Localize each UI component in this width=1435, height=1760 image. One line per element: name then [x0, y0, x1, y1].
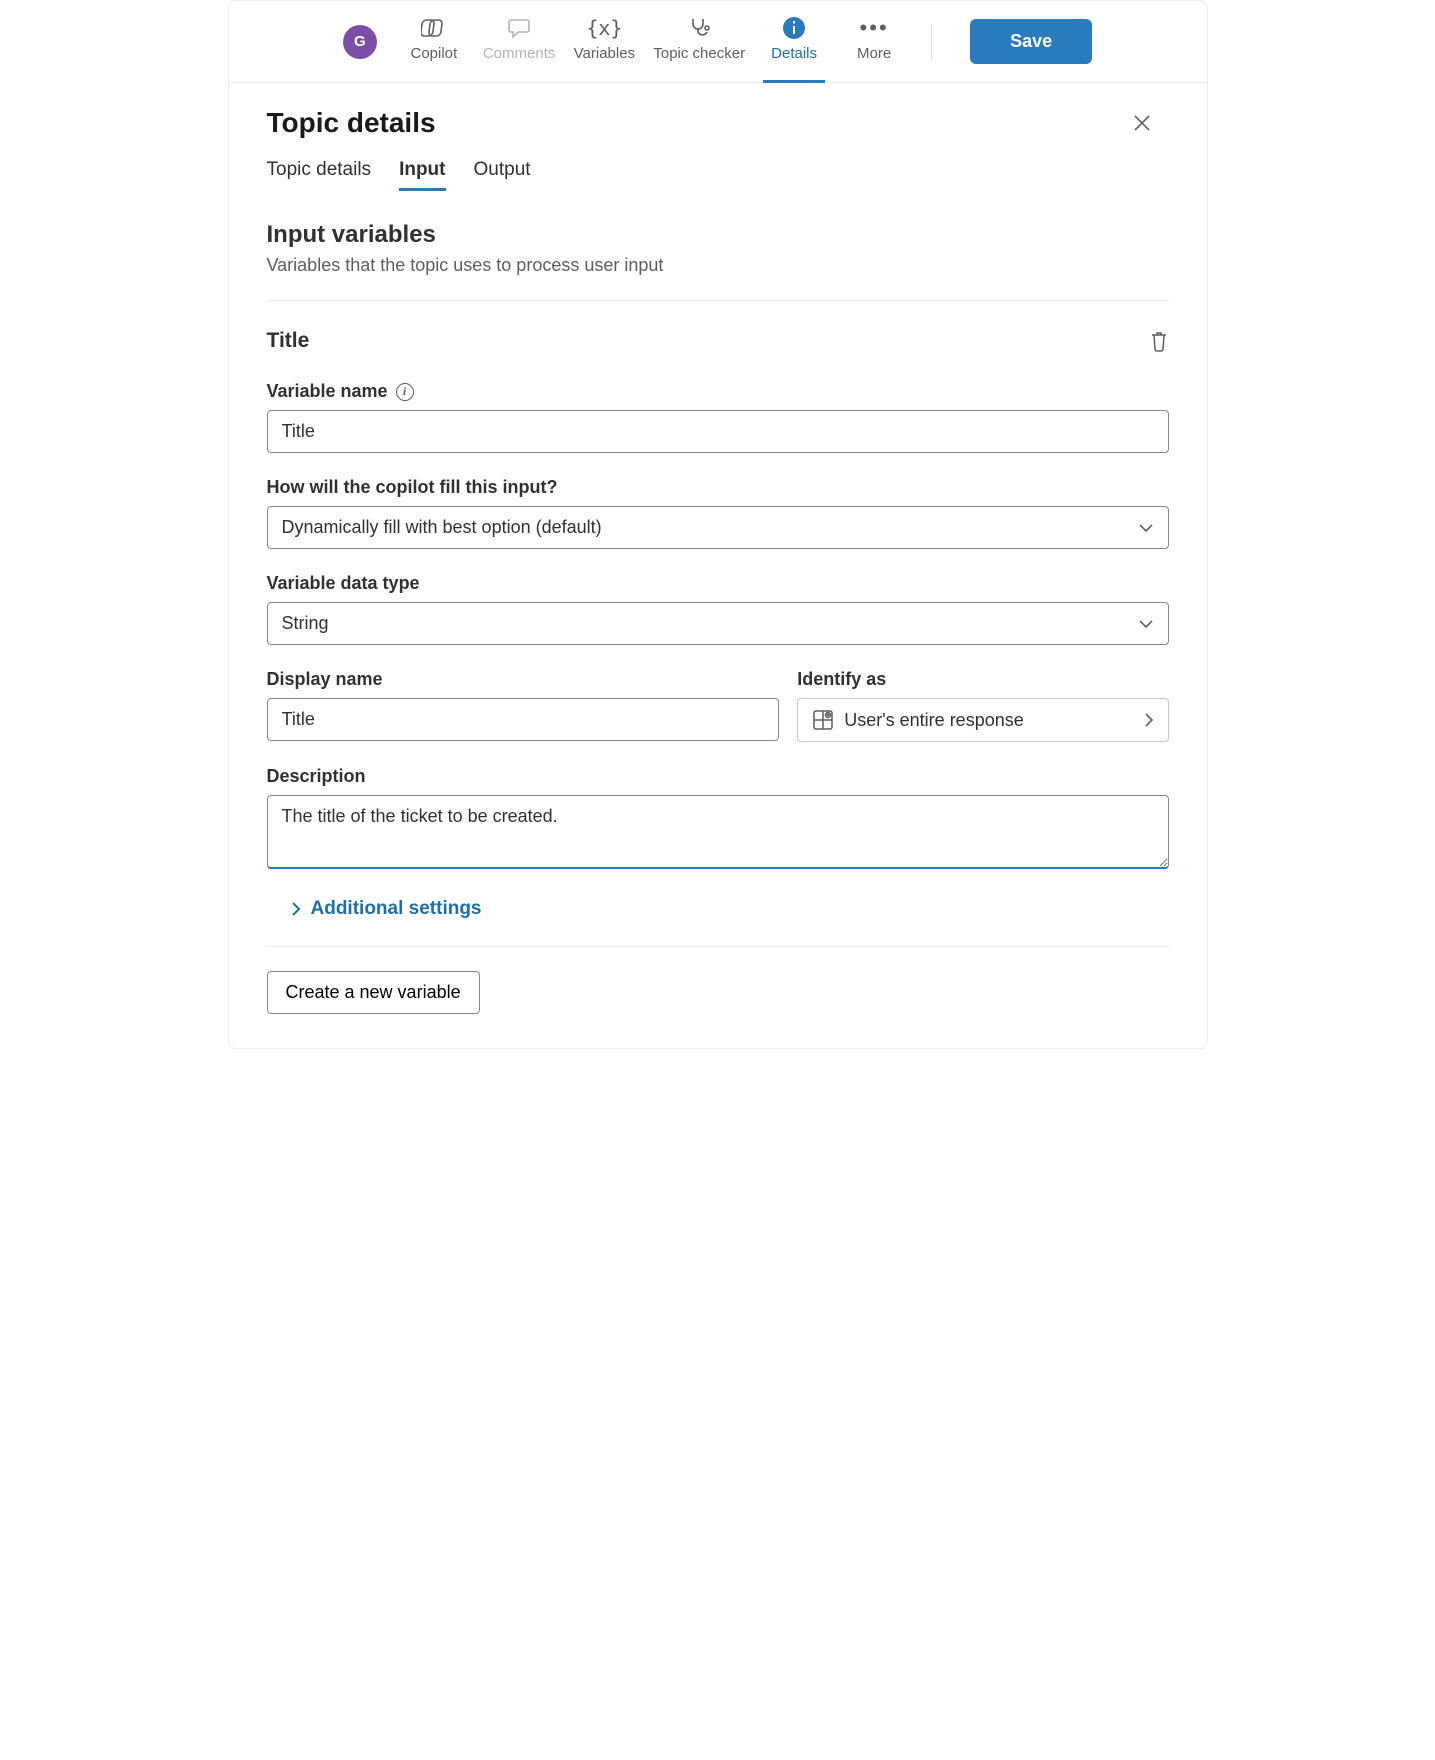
label-text: Variable name	[267, 381, 388, 402]
divider	[267, 300, 1169, 301]
stethoscope-icon	[686, 15, 712, 41]
panel-header: Topic details	[267, 105, 1169, 141]
toolbar-topic-checker[interactable]: Topic checker	[653, 15, 745, 68]
tab-input[interactable]: Input	[399, 159, 445, 191]
info-icon[interactable]: i	[396, 383, 414, 401]
select-value: String	[282, 613, 329, 634]
tab-output[interactable]: Output	[474, 159, 531, 191]
toolbar-label: Comments	[483, 45, 556, 62]
toolbar-details[interactable]: Details	[763, 15, 825, 68]
expand-label: Additional settings	[311, 898, 482, 920]
create-variable-button[interactable]: Create a new variable	[267, 971, 480, 1014]
field-identify-as: Identify as User's entire response	[797, 669, 1168, 742]
field-description: Description	[267, 766, 1169, 874]
toolbar-copilot[interactable]: Copilot	[403, 15, 465, 68]
section-heading: Input variables	[267, 221, 1169, 249]
toolbar-label: Copilot	[410, 45, 457, 62]
display-name-input[interactable]	[267, 698, 780, 741]
toolbar-group: G Copilot Comments {x} Variables	[343, 15, 1092, 68]
divider	[267, 946, 1169, 947]
tab-topic-details[interactable]: Topic details	[267, 159, 372, 191]
subtabs: Topic details Input Output	[267, 159, 1169, 191]
avatar: G	[343, 25, 377, 59]
field-fill-method: How will the copilot fill this input? Dy…	[267, 477, 1169, 549]
info-icon	[781, 15, 807, 41]
toolbar-label: Variables	[574, 45, 635, 62]
field-data-type: Variable data type String	[267, 573, 1169, 645]
field-label: Identify as	[797, 669, 1168, 690]
more-icon: •••	[861, 15, 887, 41]
field-label: Description	[267, 766, 1169, 787]
additional-settings-toggle[interactable]: Additional settings	[267, 898, 1169, 920]
field-label: Variable data type	[267, 573, 1169, 594]
variable-name-input[interactable]	[267, 410, 1169, 453]
trash-icon	[1149, 330, 1169, 352]
variable-title: Title	[267, 329, 310, 353]
chat-icon	[506, 15, 532, 41]
field-label: Variable name i	[267, 381, 1169, 402]
braces-x-icon: {x}	[591, 15, 617, 41]
field-label: Display name	[267, 669, 780, 690]
field-display-name: Display name	[267, 669, 780, 742]
section-subtitle: Variables that the topic uses to process…	[267, 255, 1169, 276]
copilot-icon	[421, 15, 447, 41]
toolbar-variables[interactable]: {x} Variables	[573, 15, 635, 68]
fill-method-select[interactable]: Dynamically fill with best option (defau…	[267, 506, 1169, 549]
description-input[interactable]	[267, 795, 1169, 869]
field-label: How will the copilot fill this input?	[267, 477, 1169, 498]
toolbar-comments[interactable]: Comments	[483, 15, 556, 68]
close-button[interactable]	[1133, 105, 1169, 141]
toolbar-more[interactable]: ••• More	[843, 15, 905, 68]
chevron-right-icon	[291, 901, 301, 917]
toolbar-label: Details	[771, 45, 817, 62]
data-type-select[interactable]: String	[267, 602, 1169, 645]
toolbar-label: Topic checker	[653, 45, 745, 62]
close-icon	[1133, 114, 1151, 132]
topic-details-panel: Topic details Topic details Input Output…	[229, 83, 1207, 1048]
divider	[931, 24, 932, 60]
field-variable-name: Variable name i	[267, 381, 1169, 453]
select-value: User's entire response	[844, 710, 1024, 731]
toolbar: G Copilot Comments {x} Variables	[229, 1, 1207, 83]
entity-icon	[812, 709, 834, 731]
chevron-down-icon	[1138, 523, 1154, 533]
chevron-down-icon	[1138, 619, 1154, 629]
variable-header: Title	[267, 329, 1169, 353]
toolbar-label: More	[857, 45, 891, 62]
save-button[interactable]: Save	[970, 19, 1092, 64]
page-title: Topic details	[267, 107, 436, 139]
select-value: Dynamically fill with best option (defau…	[282, 517, 602, 538]
delete-variable-button[interactable]	[1149, 330, 1169, 352]
row-display-identify: Display name Identify as User's entire r…	[267, 669, 1169, 742]
identify-as-select[interactable]: User's entire response	[797, 698, 1168, 742]
chevron-right-icon	[1144, 712, 1154, 728]
